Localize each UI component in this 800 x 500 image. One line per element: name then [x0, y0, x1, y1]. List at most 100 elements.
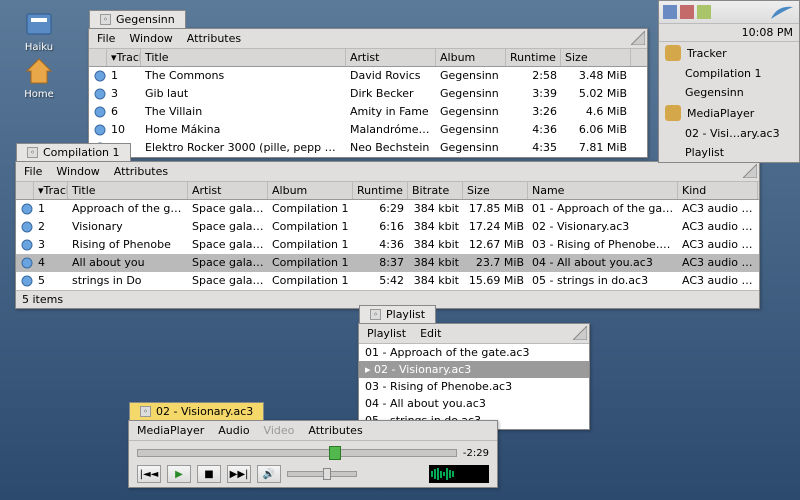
file-list: 1Approach of the gateSpace galaxyCompila… — [16, 200, 759, 290]
col-header[interactable] — [89, 49, 107, 66]
menu-mediaplayer[interactable]: MediaPlayer — [137, 424, 204, 437]
col-header[interactable]: Name — [528, 182, 678, 199]
skip-back-button[interactable]: |◄◄ — [137, 465, 161, 483]
menu-playlist[interactable]: Playlist — [367, 327, 406, 340]
window-tab[interactable]: ◦ 02 - Visionary.ac3 — [129, 402, 264, 420]
playlist-item[interactable]: 04 - All about you.ac3 — [359, 395, 589, 412]
resize-icon[interactable] — [573, 326, 587, 340]
table-row[interactable]: 3Rising of PhenobeSpace galaxyCompilatio… — [16, 236, 759, 254]
window-tab[interactable]: ◦ Compilation 1 — [16, 143, 131, 161]
tray-icon[interactable] — [680, 5, 694, 19]
deskbar-window[interactable]: Playlist — [659, 143, 799, 162]
menu-attributes[interactable]: Attributes — [114, 165, 168, 178]
col-header[interactable]: ▾Track — [107, 49, 141, 66]
window-title: Playlist — [386, 308, 425, 321]
col-header[interactable]: Artist — [346, 49, 436, 66]
tray-icon[interactable] — [697, 5, 711, 19]
window-title: 02 - Visionary.ac3 — [156, 405, 253, 418]
window-compilation: ◦ Compilation 1 File Window Attributes ▾… — [15, 161, 760, 309]
window-playlist: ◦ Playlist Playlist Edit 01 - Approach o… — [358, 323, 590, 430]
col-header[interactable]: Album — [436, 49, 506, 66]
close-icon[interactable]: ◦ — [370, 309, 381, 320]
col-header[interactable]: Kind — [678, 182, 758, 199]
playlist-items: 01 - Approach of the gate.ac3▸ 02 - Visi… — [359, 344, 589, 429]
app-icon — [665, 45, 681, 61]
clock[interactable]: 10:08 PM — [659, 24, 799, 42]
tray-icon[interactable] — [663, 5, 677, 19]
menubar: Playlist Edit — [359, 324, 589, 344]
menu-file[interactable]: File — [24, 165, 42, 178]
close-icon[interactable]: ◦ — [100, 14, 111, 25]
table-row[interactable]: 5strings in DoSpace galaxyCompilation 15… — [16, 272, 759, 290]
menu-file[interactable]: File — [97, 32, 115, 45]
table-row[interactable]: 2VisionarySpace galaxyCompilation 16:163… — [16, 218, 759, 236]
col-header[interactable]: Artist — [188, 182, 268, 199]
col-header[interactable] — [16, 182, 34, 199]
deskbar-window[interactable]: Gegensinn — [659, 83, 799, 102]
col-header[interactable]: ▾Track — [34, 182, 68, 199]
menubar: File Window Attributes — [16, 162, 759, 182]
col-header[interactable]: Album — [268, 182, 353, 199]
window-title: Gegensinn — [116, 13, 175, 26]
table-row[interactable]: 6The VillainAmity in FameGegensinn3:264.… — [89, 103, 647, 121]
table-row[interactable]: 17Elektro Rocker 3000 (pille, pepp & dos… — [89, 139, 647, 157]
desktop-icon-label: Haiku — [25, 42, 53, 53]
window-mediaplayer: ◦ 02 - Visionary.ac3 MediaPlayer Audio V… — [128, 420, 498, 488]
menu-video[interactable]: Video — [264, 424, 295, 437]
deskbar-app[interactable]: MediaPlayer — [659, 102, 799, 124]
skip-fwd-button[interactable]: ▶▶| — [227, 465, 251, 483]
col-header[interactable]: Size — [561, 49, 631, 66]
volume-slider[interactable] — [287, 471, 357, 477]
close-icon[interactable]: ◦ — [27, 147, 38, 158]
app-icon — [665, 105, 681, 121]
file-list: 1The CommonsDavid RovicsGegensinn2:583.4… — [89, 67, 647, 157]
col-header[interactable]: Runtime — [353, 182, 408, 199]
desktop-icon-home[interactable]: Home — [14, 55, 64, 100]
seek-thumb[interactable] — [329, 446, 341, 460]
menu-audio[interactable]: Audio — [218, 424, 249, 437]
column-headers[interactable]: ▾TrackTitleArtistAlbumRuntimeSize — [89, 49, 647, 67]
seek-slider[interactable] — [137, 449, 457, 457]
table-row[interactable]: 1Approach of the gateSpace galaxyCompila… — [16, 200, 759, 218]
window-tab[interactable]: ◦ Playlist — [359, 305, 436, 323]
desktop-icon-label: Home — [24, 89, 54, 100]
deskbar-window[interactable]: Compilation 1 — [659, 64, 799, 83]
table-row[interactable]: 4All about youSpace galaxyCompilation 18… — [16, 254, 759, 272]
table-row[interactable]: 3Gib lautDirk BeckerGegensinn3:395.02 Mi… — [89, 85, 647, 103]
leaf-menu-icon[interactable] — [769, 3, 795, 21]
window-tab[interactable]: ◦ Gegensinn — [89, 10, 186, 28]
mute-button[interactable]: 🔊 — [257, 465, 281, 483]
col-header[interactable]: Bitrate — [408, 182, 463, 199]
close-icon[interactable]: ◦ — [140, 406, 151, 417]
column-headers[interactable]: ▾TrackTitleArtistAlbumRuntimeBitrateSize… — [16, 182, 759, 200]
menubar: File Window Attributes — [89, 29, 647, 49]
deskbar-tray[interactable] — [659, 1, 799, 24]
menu-window[interactable]: Window — [129, 32, 172, 45]
table-row[interactable]: 1The CommonsDavid RovicsGegensinn2:583.4… — [89, 67, 647, 85]
playlist-item[interactable]: ▸ 02 - Visionary.ac3 — [359, 361, 589, 378]
deskbar-app[interactable]: Tracker — [659, 42, 799, 64]
col-header[interactable]: Title — [141, 49, 346, 66]
time-remaining: -2:29 — [463, 448, 489, 459]
disk-icon — [23, 8, 55, 40]
resize-icon[interactable] — [631, 31, 645, 45]
col-header[interactable]: Title — [68, 182, 188, 199]
stop-button[interactable]: ■ — [197, 465, 221, 483]
volume-thumb[interactable] — [323, 468, 331, 480]
resize-icon[interactable] — [743, 164, 757, 178]
menu-edit[interactable]: Edit — [420, 327, 441, 340]
desktop-icon-haiku[interactable]: Haiku — [14, 8, 64, 53]
menu-attributes[interactable]: Attributes — [308, 424, 362, 437]
playlist-item[interactable]: 03 - Rising of Phenobe.ac3 — [359, 378, 589, 395]
deskbar-window[interactable]: 02 - Visi…ary.ac3 — [659, 124, 799, 143]
menu-window[interactable]: Window — [56, 165, 99, 178]
table-row[interactable]: 10Home MákinaMalandrómedaGegensinn4:366.… — [89, 121, 647, 139]
play-button[interactable]: ▶ — [167, 465, 191, 483]
home-icon — [23, 55, 55, 87]
playlist-item[interactable]: 01 - Approach of the gate.ac3 — [359, 344, 589, 361]
level-meter — [429, 465, 489, 483]
menubar: MediaPlayer Audio Video Attributes — [129, 421, 497, 441]
col-header[interactable]: Size — [463, 182, 528, 199]
col-header[interactable]: Runtime — [506, 49, 561, 66]
menu-attributes[interactable]: Attributes — [187, 32, 241, 45]
